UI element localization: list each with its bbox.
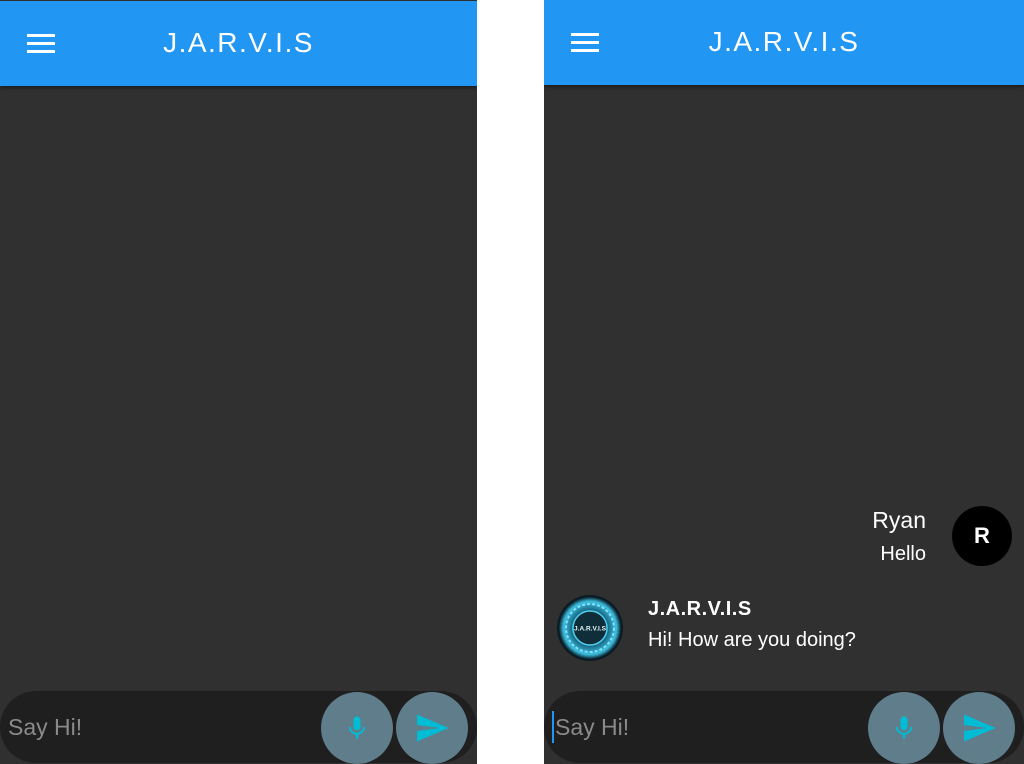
message-text: Hi! How are you doing? (648, 629, 856, 651)
svg-text:J.A.R.V.I.S: J.A.R.V.I.S (574, 626, 607, 633)
send-button[interactable] (396, 692, 468, 764)
menu-icon[interactable] (22, 29, 60, 59)
avatar: R (952, 506, 1012, 566)
send-button[interactable] (943, 692, 1015, 764)
app-title: J.A.R.V.I.S (163, 27, 314, 58)
message-composer (544, 691, 1024, 764)
app-bar: J.A.R.V.I.S (544, 0, 1024, 85)
message-input[interactable] (552, 711, 845, 743)
message-input[interactable] (8, 711, 298, 743)
message-composer (0, 691, 477, 764)
send-icon (964, 714, 996, 742)
message-text: Hello (880, 543, 926, 565)
sender-name: Ryan (872, 507, 926, 533)
avatar-letter: R (974, 523, 990, 548)
mic-icon (348, 716, 366, 739)
jarvis-logo-avatar: J.A.R.V.I.S (557, 595, 623, 661)
chat-screen-conversation: J.A.R.V.I.S Ryan Hello R J.A.R.V.I.S J.A… (544, 0, 1024, 764)
app-title: J.A.R.V.I.S (708, 26, 860, 57)
app-bar: J.A.R.V.I.S (0, 1, 477, 86)
mic-button[interactable] (868, 692, 940, 764)
mic-button[interactable] (321, 692, 393, 764)
sender-name: J.A.R.V.I.S (648, 598, 752, 620)
mic-icon (895, 716, 913, 739)
send-icon (417, 714, 449, 742)
chat-screen-empty: J.A.R.V.I.S (0, 0, 477, 764)
menu-icon[interactable] (566, 28, 604, 58)
